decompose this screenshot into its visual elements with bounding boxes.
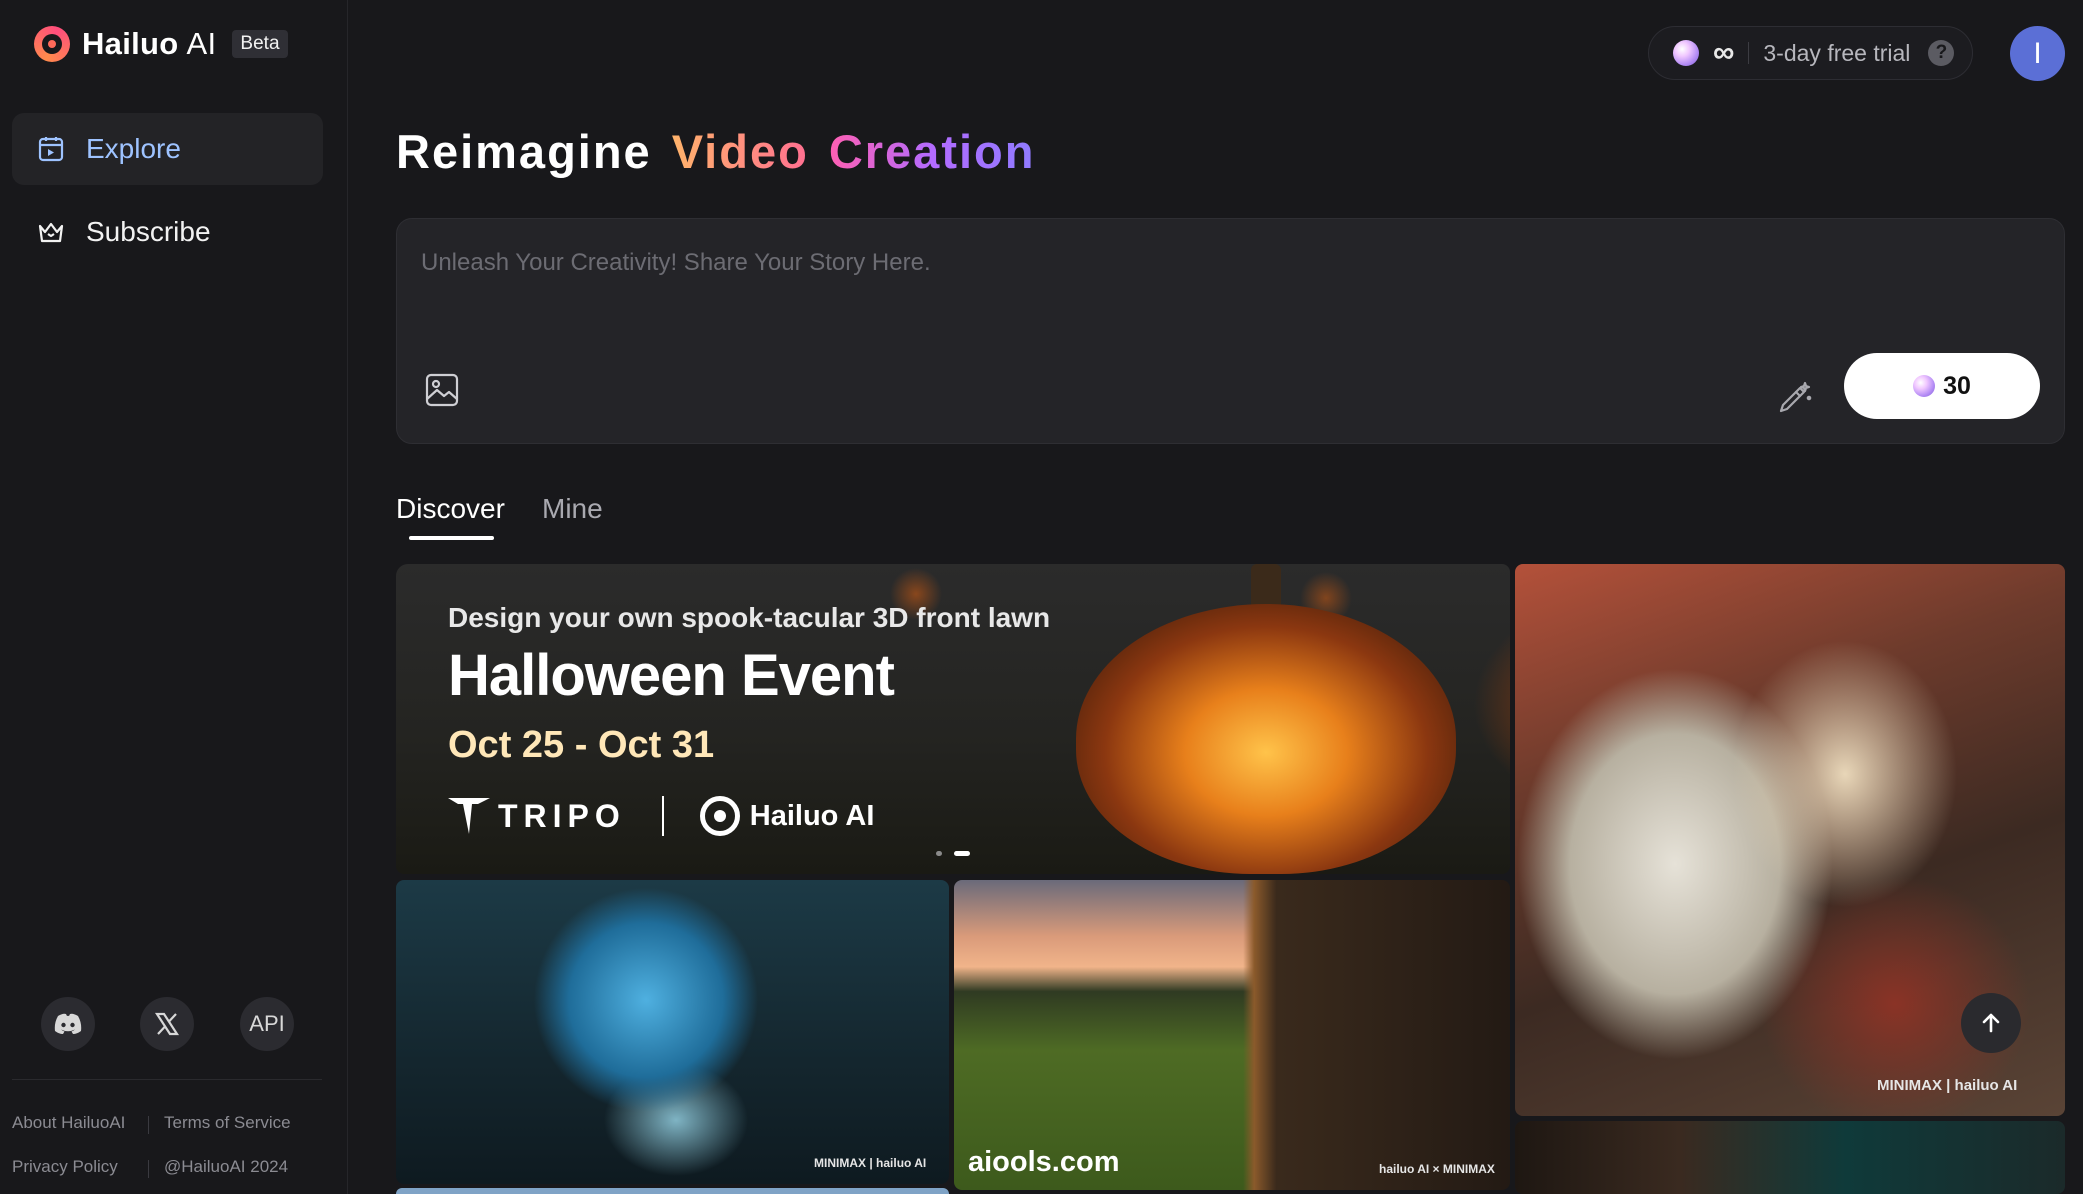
banner-brands: TRIPO Hailuo AI <box>448 796 874 836</box>
halloween-event-banner[interactable]: Design your own spook-tacular 3D front l… <box>396 564 1510 874</box>
privacy-link[interactable]: Privacy Policy <box>12 1157 118 1177</box>
credit-gem-icon <box>1913 375 1936 397</box>
x-link[interactable] <box>140 997 194 1051</box>
about-link[interactable]: About HailuoAI <box>12 1113 125 1133</box>
card-watermark: MINIMAX | hailuo AI <box>814 1156 927 1170</box>
headline-word-reimagine: Reimagine <box>396 125 652 178</box>
x-icon <box>154 1012 180 1036</box>
discord-link[interactable] <box>41 997 95 1051</box>
pumpkin-image <box>1076 604 1456 874</box>
generate-cost: 30 <box>1943 371 1971 400</box>
logo[interactable]: Hailuo AI Beta <box>34 26 288 62</box>
calendar-play-icon <box>36 134 66 164</box>
hailuo-logo-icon <box>34 26 70 62</box>
help-icon[interactable]: ? <box>1928 40 1955 66</box>
api-link[interactable]: API <box>240 997 294 1051</box>
video-card-blue-monster[interactable]: MINIMAX | hailuo AI <box>396 880 949 1184</box>
prompt-box: 30 <box>396 218 2065 444</box>
footer-separator <box>148 1116 149 1134</box>
video-card-portrait[interactable] <box>1515 1121 2065 1194</box>
sidebar-divider <box>12 1079 322 1080</box>
api-label: API <box>249 1011 285 1036</box>
logo-name: Hailuo <box>82 26 179 61</box>
image-icon <box>425 373 459 407</box>
video-card-partial[interactable] <box>396 1188 949 1194</box>
crown-icon <box>36 217 66 247</box>
credit-gem-icon <box>1673 40 1699 66</box>
beta-badge: Beta <box>232 30 288 58</box>
trial-pill[interactable]: ∞ 3-day free trial ? <box>1648 26 1973 80</box>
sidebar-item-label: Explore <box>86 133 181 164</box>
trial-text: 3-day free trial <box>1763 39 1911 66</box>
video-card-window-field[interactable]: aiools.com hailuo AI × MINIMAX <box>954 880 1510 1190</box>
generate-button[interactable]: 30 <box>1844 353 2040 419</box>
credit-count: ∞ <box>1713 36 1735 69</box>
footer-separator <box>148 1160 149 1178</box>
discord-icon <box>54 1013 82 1034</box>
tripo-logo-icon <box>448 798 490 834</box>
tripo-brand: TRIPO <box>498 797 626 834</box>
logo-suffix: AI <box>186 26 217 61</box>
pill-divider <box>1748 42 1750 64</box>
terms-link[interactable]: Terms of Service <box>164 1113 291 1133</box>
hailuo-brand: Hailuo AI <box>749 799 875 832</box>
hailuo-logo-icon <box>699 796 740 836</box>
logo-text: Hailuo AI <box>82 26 216 62</box>
banner-title: Halloween Event <box>448 643 895 708</box>
banner-subtitle: Design your own spook-tacular 3D front l… <box>448 602 1051 633</box>
magic-wand-icon <box>1779 381 1812 413</box>
active-tab-indicator <box>409 536 494 540</box>
sidebar-item-subscribe[interactable]: Subscribe <box>12 196 323 268</box>
card-watermark: MINIMAX | hailuo AI <box>1877 1077 2018 1094</box>
banner-date: Oct 25 - Oct 31 <box>448 724 715 766</box>
arrow-up-icon <box>1982 1013 2000 1033</box>
sidebar-item-label: Subscribe <box>86 216 211 247</box>
avatar[interactable]: I <box>2010 26 2065 81</box>
prompt-enhance-button[interactable] <box>1775 379 1813 417</box>
sidebar: Hailuo AI Beta Explore Subscribe API Abo… <box>0 0 348 1194</box>
brand-separator <box>661 796 664 836</box>
carousel-dot[interactable] <box>936 851 942 856</box>
sidebar-item-explore[interactable]: Explore <box>12 113 323 185</box>
avatar-initial: I <box>2033 36 2042 70</box>
headline-word-creation: Creation <box>828 125 1036 178</box>
prompt-input[interactable] <box>421 249 2021 277</box>
copyright-text: @HailuoAI 2024 <box>164 1157 289 1176</box>
tab-discover[interactable]: Discover <box>396 493 505 525</box>
image-upload-button[interactable] <box>423 371 461 409</box>
card-watermark: hailuo AI × MINIMAX <box>1379 1162 1495 1176</box>
page-title: Reimagine Video Creation <box>396 124 1055 179</box>
headline-word-video: Video <box>671 125 809 178</box>
site-watermark: aiools.com <box>968 1146 1120 1178</box>
carousel-dot-active[interactable] <box>954 851 970 856</box>
scroll-to-top-button[interactable] <box>1961 993 2021 1053</box>
tab-mine[interactable]: Mine <box>542 493 603 525</box>
